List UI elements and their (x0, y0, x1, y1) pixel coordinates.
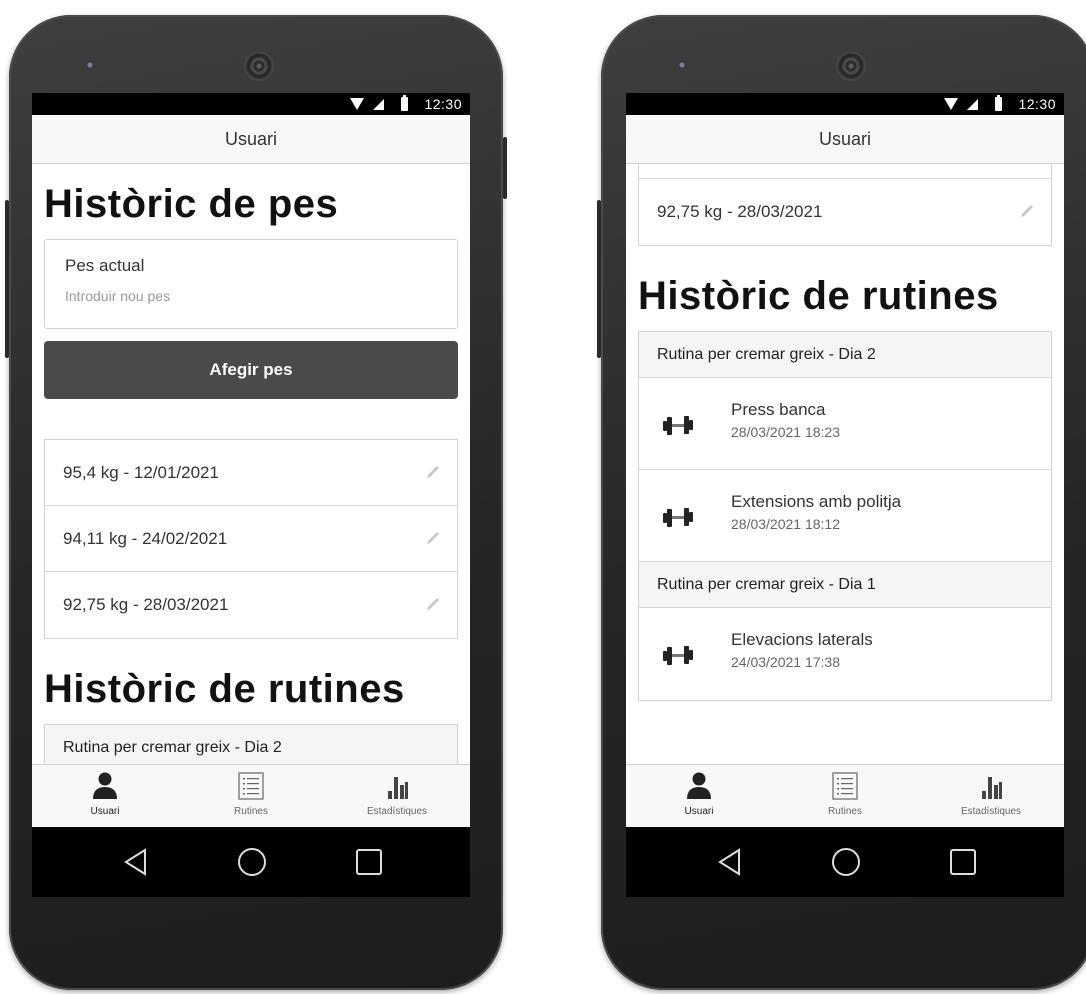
system-nav-bar (32, 826, 470, 897)
bar-chart-icon (388, 777, 408, 799)
routine-history-title: Històric de rutines (638, 274, 999, 318)
weight-entry-text: 94,11 kg - 24/02/2021 (63, 529, 228, 548)
weight-entry: 94,11 kg - 24/02/2021 (639, 164, 1051, 179)
exercise-row[interactable]: Elevacions laterals 24/03/2021 17:38 (639, 608, 1051, 700)
weight-entry-text: 95,4 kg - 12/01/2021 (63, 463, 219, 482)
battery-icon (995, 95, 1002, 111)
dumbbell-icon (663, 508, 693, 527)
list-icon (832, 772, 858, 800)
app-header: Usuari (626, 115, 1064, 164)
routine-group-header[interactable]: Rutina per cremar greix - Dia 2 (45, 725, 457, 764)
signal-icon (967, 99, 978, 110)
weight-input-label: Pes actual (65, 256, 145, 275)
scroll-content[interactable]: 94,11 kg - 24/02/2021 92,75 kg - 28/03/2… (626, 164, 1064, 764)
weight-input[interactable] (65, 288, 437, 304)
edit-pencil-icon[interactable] (1019, 203, 1035, 219)
exercise-datetime: 24/03/2021 17:38 (731, 654, 840, 670)
wifi-icon (350, 98, 364, 110)
exercise-name: Elevacions laterals (731, 630, 873, 649)
front-camera (677, 60, 687, 70)
status-time: 12:30 (424, 96, 462, 112)
exercise-name: Press banca (731, 400, 826, 419)
volume-button (5, 200, 9, 358)
weight-entry-text: 92,75 kg - 28/03/2021 (63, 595, 229, 614)
weight-entry: 92,75 kg - 28/03/2021 (639, 179, 1051, 245)
bar-chart-icon (982, 777, 1002, 799)
scroll-content[interactable]: Històric de pes Pes actual Afegir pes 95… (32, 164, 470, 764)
exercise-row[interactable]: Press banca 28/03/2021 18:23 (639, 378, 1051, 470)
screen: 12:30 Usuari Històric de pes Pes actual … (32, 93, 470, 897)
back-icon[interactable] (715, 847, 745, 877)
wifi-icon (944, 98, 958, 110)
weight-list: 95,4 kg - 12/01/2021 94,11 kg - 24/02/20… (44, 439, 458, 639)
power-button (503, 137, 507, 199)
list-icon (238, 772, 264, 800)
dumbbell-icon (663, 646, 693, 665)
nav-label: Usuari (90, 806, 120, 817)
status-time: 12:30 (1018, 96, 1056, 112)
weight-list: 94,11 kg - 24/02/2021 92,75 kg - 28/03/2… (638, 164, 1052, 246)
phone-left: 12:30 Usuari Històric de pes Pes actual … (5, 15, 507, 990)
routine-group-header[interactable]: Rutina per cremar greix - Dia 2 (639, 332, 1051, 378)
status-bar: 12:30 (32, 93, 470, 115)
earpiece-speaker (244, 51, 274, 81)
phone-right: 12:30 Usuari 94,11 kg - 24/02/2021 92,75… (597, 15, 1086, 990)
routine-list: Rutina per cremar greix - Dia 2 (44, 724, 458, 764)
weight-entry: 95,4 kg - 12/01/2021 (45, 440, 457, 506)
page-header-title: Usuari (224, 129, 277, 149)
app-header: Usuari (32, 115, 470, 164)
proximity-sensor (1013, 64, 1027, 77)
home-icon[interactable] (831, 847, 861, 877)
exercise-datetime: 28/03/2021 18:23 (731, 424, 840, 440)
bottom-nav: Usuari Rutines Estadístiques (32, 764, 470, 827)
routine-group-header[interactable]: Rutina per cremar greix - Dia 1 (639, 562, 1051, 608)
system-nav-bar (626, 826, 1064, 897)
weight-history-title: Històric de pes (44, 182, 339, 226)
routine-history-title: Històric de rutines (44, 667, 405, 711)
nav-label: Estadístiques (960, 806, 1022, 817)
recents-icon[interactable] (354, 847, 384, 877)
nav-item-estadistiques[interactable]: Estadístiques (918, 765, 1064, 827)
front-camera (85, 60, 95, 70)
bottom-nav: Usuari Rutines Estadístiques (626, 764, 1064, 827)
exercise-row[interactable]: Extensions amb politja 28/03/2021 18:12 (639, 470, 1051, 562)
user-icon (687, 772, 711, 799)
battery-icon (401, 95, 408, 111)
user-icon (93, 772, 117, 799)
earpiece-speaker (836, 51, 866, 81)
page-header-title: Usuari (818, 129, 871, 149)
routine-list: Rutina per cremar greix - Dia 2 Press ba… (638, 331, 1052, 701)
volume-button (597, 200, 601, 358)
nav-item-rutines[interactable]: Rutines (772, 765, 918, 827)
screen: 12:30 Usuari 94,11 kg - 24/02/2021 92,75… (626, 93, 1064, 897)
signal-icon (373, 99, 384, 110)
nav-label: Estadístiques (366, 806, 428, 817)
nav-item-usuari[interactable]: Usuari (626, 765, 772, 827)
recents-icon[interactable] (948, 847, 978, 877)
edit-pencil-icon[interactable] (425, 464, 441, 480)
edit-pencil-icon[interactable] (425, 530, 441, 546)
exercise-datetime: 28/03/2021 18:12 (731, 516, 840, 532)
exercise-name: Extensions amb politja (731, 492, 902, 511)
dumbbell-icon (663, 416, 693, 435)
edit-pencil-icon[interactable] (425, 596, 441, 612)
add-weight-button[interactable]: Afegir pes (44, 341, 458, 399)
nav-item-usuari[interactable]: Usuari (32, 765, 178, 827)
proximity-sensor (421, 64, 435, 77)
nav-item-estadistiques[interactable]: Estadístiques (324, 765, 470, 827)
nav-label: Usuari (684, 806, 714, 817)
weight-entry: 92,75 kg - 28/03/2021 (45, 572, 457, 638)
weight-input-card: Pes actual (44, 239, 458, 329)
nav-label: Rutines (828, 806, 862, 817)
back-icon[interactable] (121, 847, 151, 877)
nav-item-rutines[interactable]: Rutines (178, 765, 324, 827)
home-icon[interactable] (237, 847, 267, 877)
weight-entry-text: 92,75 kg - 28/03/2021 (657, 202, 823, 221)
weight-entry: 94,11 kg - 24/02/2021 (45, 506, 457, 572)
nav-label: Rutines (234, 806, 268, 817)
status-bar: 12:30 (626, 93, 1064, 115)
